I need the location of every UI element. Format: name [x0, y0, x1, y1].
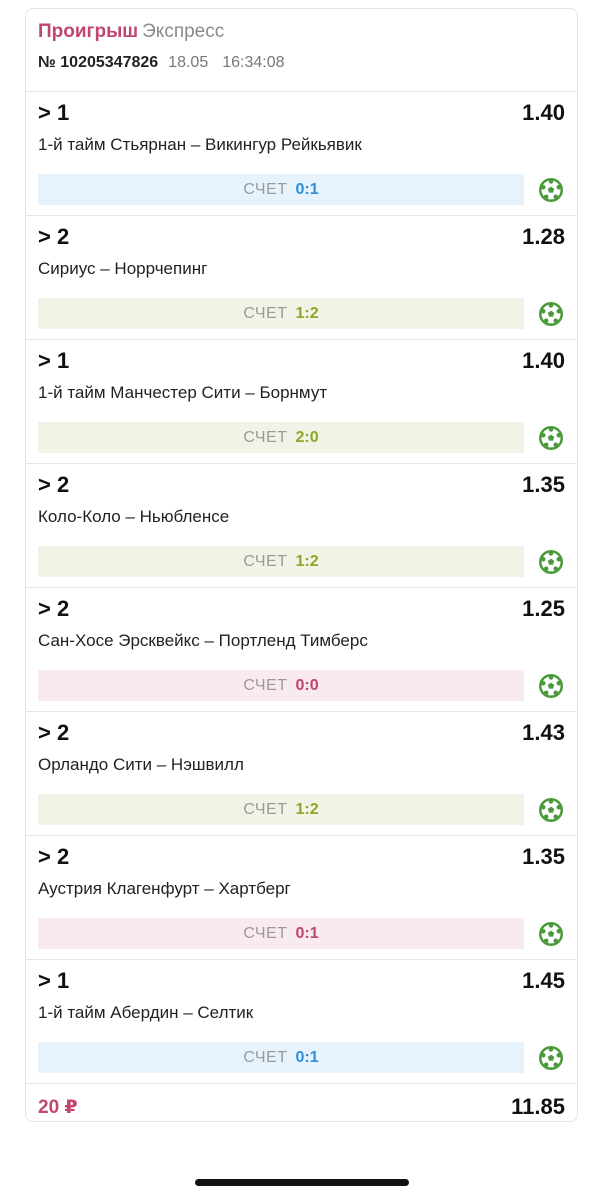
- score-label: СЧЕТ: [243, 924, 288, 942]
- bet-type: Экспресс: [142, 21, 225, 42]
- match-name: 1-й тайм Стьярнан – Викингур Рейкьявик: [38, 135, 362, 154]
- bet-pick: > 2: [38, 720, 70, 745]
- soccer-ball-icon: [538, 549, 564, 575]
- bet-pick: > 1: [38, 348, 70, 373]
- score-box: СЧЕТ 1:2: [38, 794, 524, 825]
- match-name: Орландо Сити – Нэшвилл: [38, 755, 244, 774]
- score-value: 0:1: [295, 1048, 319, 1066]
- bet-footer: 20 ₽ 11.85: [26, 1083, 577, 1123]
- bet-pick: > 1: [38, 968, 70, 993]
- score-label: СЧЕТ: [243, 180, 288, 198]
- bet-pick: > 2: [38, 472, 70, 497]
- bet-pick: > 1: [38, 100, 70, 125]
- score-label: СЧЕТ: [243, 304, 288, 322]
- bet-row[interactable]: > 1 1.40 1-й тайм Манчестер Сити – Борнмут…: [26, 339, 577, 463]
- score-value: 2:0: [295, 428, 319, 446]
- score-box: СЧЕТ 1:2: [38, 546, 524, 577]
- bet-row[interactable]: > 2 1.25 Сан-Хосе Эрсквейкс – Портленд Тим…: [26, 587, 577, 711]
- match-name: Сириус – Норрчепинг: [38, 259, 208, 278]
- home-indicator[interactable]: [195, 1179, 409, 1186]
- score-label: СЧЕТ: [243, 428, 288, 446]
- bet-status: Проигрыш: [38, 21, 139, 42]
- score-value: 1:2: [295, 800, 319, 818]
- score-label: СЧЕТ: [243, 800, 288, 818]
- bet-row[interactable]: > 1 1.45 1-й тайм Абердин – Селтик СЧЕТ 0:1: [26, 959, 577, 1083]
- meta-row: № 10205347826 18.05 16:34:08: [38, 53, 565, 73]
- score-box: СЧЕТ 0:1: [38, 1042, 524, 1073]
- score-box: СЧЕТ 2:0: [38, 422, 524, 453]
- match-name: 1-й тайм Абердин – Селтик: [38, 1003, 254, 1022]
- bet-odd: 1.43: [522, 720, 565, 745]
- match-name: 1-й тайм Манчестер Сити – Борнмут: [38, 383, 328, 402]
- bet-odd: 1.45: [522, 968, 565, 993]
- bet-list: > 1 1.40 1-й тайм Стьярнан – Викингур Рейк…: [26, 91, 577, 1083]
- score-box: СЧЕТ 0:0: [38, 670, 524, 701]
- bet-pick: > 2: [38, 224, 70, 249]
- soccer-ball-icon: [538, 797, 564, 823]
- match-name: Сан-Хосе Эрсквейкс – Портленд Тимберс: [38, 631, 368, 650]
- title-row: Проигрыш Экспресс: [38, 21, 565, 43]
- soccer-ball-icon: [538, 301, 564, 327]
- bet-header: Проигрыш Экспресс № 10205347826 18.05 16:34…: [38, 21, 565, 73]
- soccer-ball-icon: [538, 1045, 564, 1071]
- stake-amount: 20 ₽: [38, 1097, 78, 1118]
- match-name: Коло-Коло – Ньюбленсе: [38, 507, 230, 526]
- total-odd: 11.85: [511, 1094, 565, 1119]
- bet-odd: 1.35: [522, 844, 565, 869]
- bet-odd: 1.28: [522, 224, 565, 249]
- score-value: 1:2: [295, 552, 319, 570]
- score-value: 1:2: [295, 304, 319, 322]
- score-label: СЧЕТ: [243, 676, 288, 694]
- bet-odd: 1.35: [522, 472, 565, 497]
- score-label: СЧЕТ: [243, 552, 288, 570]
- score-box: СЧЕТ 0:1: [38, 918, 524, 949]
- bet-odd: 1.40: [522, 348, 565, 373]
- soccer-ball-icon: [538, 177, 564, 203]
- soccer-ball-icon: [538, 673, 564, 699]
- match-name: Аустрия Клагенфурт – Хартберг: [38, 879, 291, 898]
- bet-number: № 10205347826: [38, 54, 159, 71]
- bet-card[interactable]: Проигрыш Экспресс № 10205347826 18.05 16:34…: [25, 8, 578, 1122]
- score-value: 0:1: [295, 924, 319, 942]
- bet-row[interactable]: > 1 1.40 1-й тайм Стьярнан – Викингур Рейк…: [26, 91, 577, 215]
- score-value: 0:0: [295, 676, 319, 694]
- bet-row[interactable]: > 2 1.35 Аустрия Клагенфурт – Хартберг СЧЕТ…: [26, 835, 577, 959]
- score-label: СЧЕТ: [243, 1048, 288, 1066]
- bet-row[interactable]: > 2 1.35 Коло-Коло – Ньюбленсе СЧЕТ 1:2: [26, 463, 577, 587]
- bet-odd: 1.40: [522, 100, 565, 125]
- score-box: СЧЕТ 0:1: [38, 174, 524, 205]
- soccer-ball-icon: [538, 425, 564, 451]
- bet-row[interactable]: > 2 1.28 Сириус – Норрчепинг СЧЕТ 1:2: [26, 215, 577, 339]
- bet-row[interactable]: > 2 1.43 Орландо Сити – Нэшвилл СЧЕТ 1:2: [26, 711, 577, 835]
- bet-pick: > 2: [38, 844, 70, 869]
- bet-date: 18.05: [168, 54, 209, 71]
- bet-odd: 1.25: [522, 596, 565, 621]
- bet-time: 16:34:08: [222, 54, 285, 71]
- bet-pick: > 2: [38, 596, 70, 621]
- score-box: СЧЕТ 1:2: [38, 298, 524, 329]
- soccer-ball-icon: [538, 921, 564, 947]
- score-value: 0:1: [295, 180, 319, 198]
